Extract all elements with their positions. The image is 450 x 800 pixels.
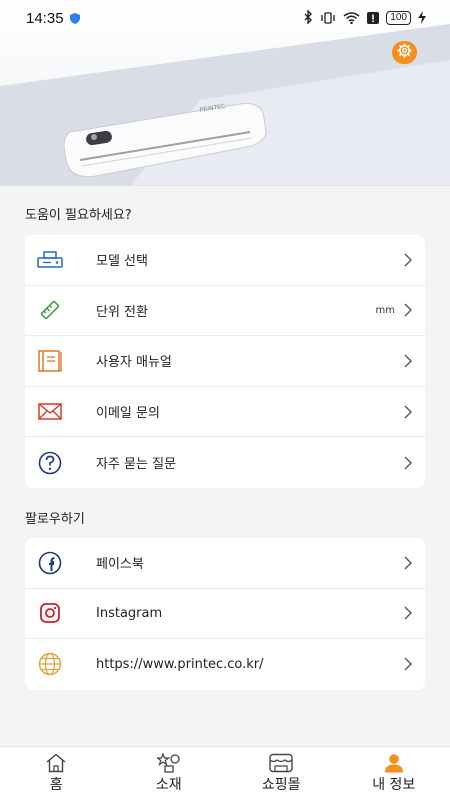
chevron-right-icon bbox=[404, 253, 412, 267]
nav-label: 소재 bbox=[155, 777, 182, 793]
nav-label: 홈 bbox=[49, 777, 63, 793]
follow-item-label: 페이스북 bbox=[96, 557, 144, 573]
help-item-label: 이메일 문의 bbox=[96, 406, 160, 422]
nav-material[interactable]: 소재 bbox=[113, 747, 226, 800]
follow-item-label: Instagram bbox=[96, 605, 163, 621]
instagram-icon bbox=[37, 600, 63, 626]
follow-item-website[interactable]: https://www.printec.co.kr/ bbox=[25, 639, 425, 690]
website-link: https://www.printec.co.kr/ bbox=[96, 656, 264, 672]
help-section-title: 도움이 필요하세요? bbox=[25, 208, 132, 223]
help-item-model-select[interactable]: 모델 선택 bbox=[25, 235, 425, 286]
nav-shop[interactable]: 쇼핑몰 bbox=[225, 747, 338, 800]
follow-item-facebook[interactable]: 페이스북 bbox=[25, 538, 425, 589]
nav-home[interactable]: 홈 bbox=[0, 747, 113, 800]
chevron-right-icon bbox=[404, 354, 412, 368]
battery-icon: 100 bbox=[386, 11, 411, 25]
material-icon bbox=[156, 753, 180, 773]
nav-my-info[interactable]: 내 정보 bbox=[338, 747, 450, 800]
shield-icon bbox=[69, 9, 80, 28]
status-time: 14:35 bbox=[26, 9, 64, 27]
nav-label: 쇼핑몰 bbox=[261, 777, 301, 793]
help-item-label: 사용자 매뉴얼 bbox=[96, 355, 172, 371]
help-item-label: 자주 묻는 질문 bbox=[96, 457, 177, 473]
chevron-right-icon bbox=[404, 303, 412, 317]
home-icon bbox=[46, 753, 66, 773]
alert-icon bbox=[367, 9, 380, 28]
question-icon bbox=[37, 450, 63, 476]
settings-button[interactable] bbox=[392, 41, 417, 64]
user-icon bbox=[384, 754, 403, 773]
chevron-right-icon bbox=[404, 556, 412, 570]
chevron-right-icon bbox=[404, 405, 412, 419]
vibrate-icon bbox=[320, 9, 336, 28]
help-item-label: 모델 선택 bbox=[96, 254, 148, 270]
printer-icon bbox=[37, 247, 63, 273]
nav-label: 내 정보 bbox=[372, 777, 416, 793]
bluetooth-icon bbox=[303, 8, 313, 28]
follow-card: 페이스북 Instagram https://www.printec.co.kr… bbox=[25, 538, 425, 690]
facebook-icon bbox=[37, 550, 63, 576]
chevron-right-icon bbox=[404, 456, 412, 470]
chevron-right-icon bbox=[404, 606, 412, 620]
mail-icon bbox=[37, 399, 63, 425]
shop-icon bbox=[269, 753, 293, 773]
charging-icon bbox=[418, 9, 426, 28]
chevron-right-icon bbox=[404, 657, 412, 671]
help-card: 모델 선택 단위 전환 mm 사용자 매뉴얼 이메일 문의 자주 묻는 질문 bbox=[25, 235, 425, 488]
ruler-icon bbox=[37, 297, 63, 323]
help-item-email-inquiry[interactable]: 이메일 문의 bbox=[25, 387, 425, 438]
bottom-nav: 홈 소재 쇼핑몰 내 정보 bbox=[0, 746, 450, 800]
help-item-user-manual[interactable]: 사용자 매뉴얼 bbox=[25, 336, 425, 387]
follow-section-title: 팔로우하기 bbox=[25, 512, 85, 527]
gear-icon bbox=[397, 43, 412, 62]
wifi-icon bbox=[343, 9, 360, 28]
help-item-faq[interactable]: 자주 묻는 질문 bbox=[25, 437, 425, 488]
unit-value: mm bbox=[375, 304, 395, 316]
manual-icon bbox=[37, 348, 63, 374]
follow-item-instagram[interactable]: Instagram bbox=[25, 589, 425, 640]
help-item-label: 단위 전환 bbox=[96, 304, 148, 320]
status-bar: 14:35 100 bbox=[0, 0, 450, 36]
globe-icon bbox=[37, 651, 63, 677]
help-item-unit-switch[interactable]: 단위 전환 mm bbox=[25, 286, 425, 337]
